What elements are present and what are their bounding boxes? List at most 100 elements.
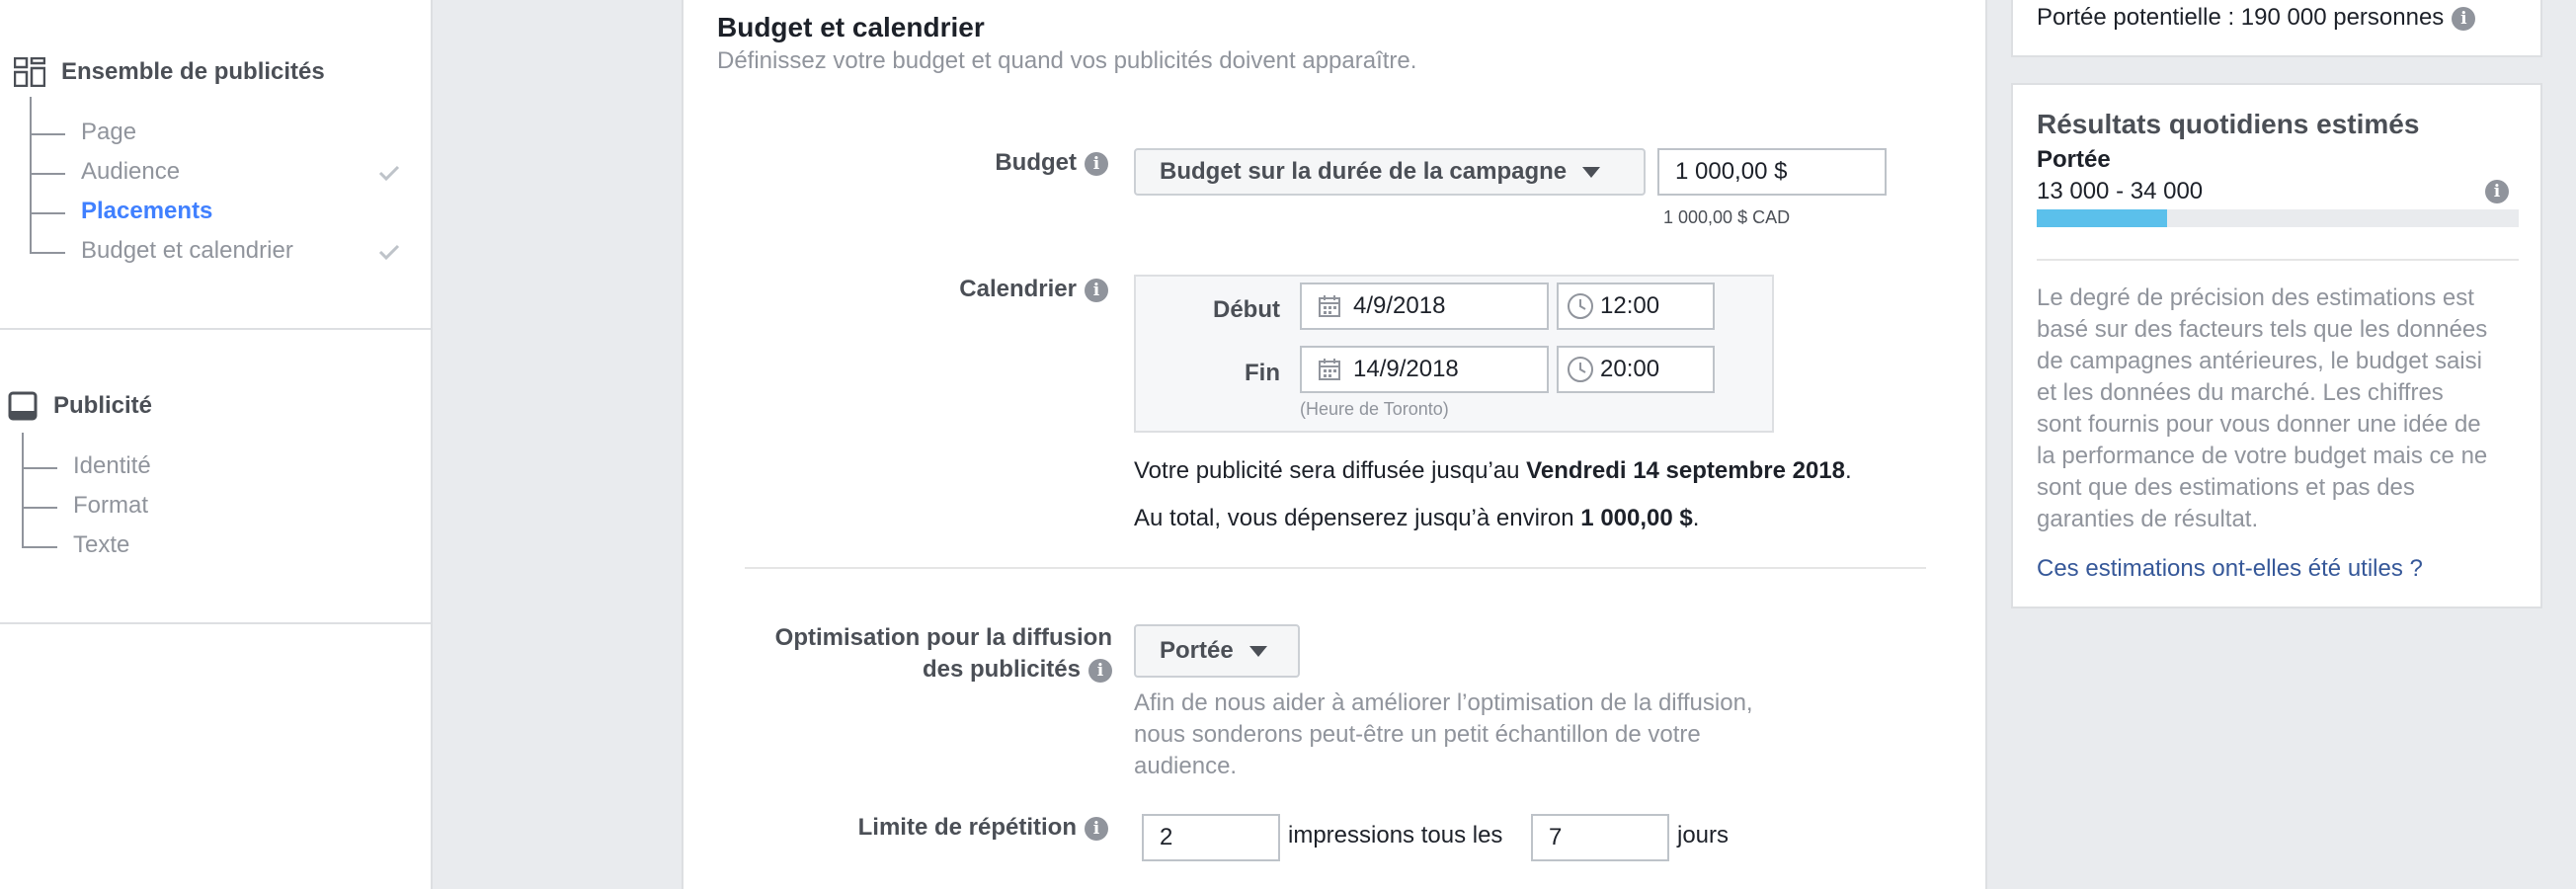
potential-reach-text: Portée potentielle : 190 000 personnes i: [2037, 4, 2476, 32]
reach-label: Portée: [2037, 146, 2111, 173]
info-icon[interactable]: i: [1085, 816, 1108, 841]
tree-line: [22, 507, 57, 509]
optimization-label-line2-wrap: des publicités i: [684, 654, 1112, 686]
end-time-input[interactable]: 20:00: [1557, 346, 1715, 393]
nav-section-adset-label: Ensemble de publicités: [61, 58, 325, 85]
sidebar-item-identity[interactable]: Identité: [73, 452, 151, 480]
budget-label-text: Budget: [995, 149, 1077, 176]
caret-down-icon: [1582, 166, 1601, 178]
check-icon: [378, 165, 400, 182]
budget-amount-input[interactable]: 1 000,00 $: [1657, 148, 1887, 196]
optimization-help-line3: audience.: [1134, 753, 1238, 779]
divider: [745, 567, 1926, 569]
estimates-feedback-link[interactable]: Ces estimations ont-elles été utiles ?: [2037, 555, 2423, 583]
optimization-label: Optimisation pour la diffusion des publi…: [684, 622, 1112, 686]
currency-note: 1 000,00 $ CAD: [1663, 207, 1791, 227]
start-date-value: 4/9/2018: [1353, 292, 1446, 319]
sidebar-item-text[interactable]: Texte: [73, 531, 129, 559]
sidebar-item-format[interactable]: Format: [73, 492, 148, 520]
optimization-dropdown[interactable]: Portée: [1134, 624, 1300, 678]
calendar-icon: [1318, 294, 1341, 318]
tree-line: [30, 252, 65, 254]
info-icon[interactable]: i: [1085, 151, 1108, 176]
sidebar: Ensemble de publicités Page Audience Pla…: [0, 0, 433, 889]
ad-preview-icon: [8, 391, 38, 421]
budget-schedule-panel: Budget et calendrier Définissez votre bu…: [682, 0, 1987, 889]
tree-line: [30, 97, 32, 253]
section-subtitle: Définissez votre budget et quand vos pub…: [717, 47, 1417, 74]
calendar-icon: [1318, 358, 1341, 381]
reach-bar-fill: [2037, 209, 2167, 227]
check-icon: [378, 244, 400, 261]
info-icon[interactable]: i: [1088, 658, 1112, 683]
clock-icon: [1567, 356, 1594, 383]
disclaimer-line: sont que des estimations et pas des: [2037, 474, 2415, 501]
tree-line: [22, 467, 57, 469]
nav-section-adset[interactable]: Ensemble de publicités: [14, 57, 325, 87]
optimization-help-line1: Afin de nous aider à améliorer l’optimis…: [1134, 689, 1753, 716]
delivery-summary-pre: Votre publicité sera diffusée jusqu’au: [1134, 457, 1527, 484]
schedule-label-text: Calendrier: [959, 276, 1077, 302]
budget-label: Budget i: [684, 147, 1108, 179]
optimization-help: Afin de nous aider à améliorer l’optimis…: [1134, 687, 1753, 782]
frequency-cap-label-text: Limite de répétition: [857, 814, 1077, 841]
start-date-input[interactable]: 4/9/2018: [1300, 283, 1549, 330]
schedule-box: Début 4/9/2018 12:00 Fin 14/9/2018 20:00: [1134, 275, 1774, 433]
daily-results-title: Résultats quotidiens estimés: [2037, 109, 2420, 139]
nav-section-ad[interactable]: Publicité: [8, 391, 152, 421]
budget-type-dropdown[interactable]: Budget sur la durée de la campagne: [1134, 148, 1646, 196]
sidebar-item-placements[interactable]: Placements: [81, 198, 212, 225]
delivery-summary: Votre publicité sera diffusée jusqu’au V…: [1134, 457, 1852, 485]
disclaimer-line: de campagnes antérieures, le budget sais…: [2037, 348, 2482, 374]
disclaimer-line: et les données du marché. Les chiffres: [2037, 379, 2444, 406]
timezone-note: (Heure de Toronto): [1300, 399, 1449, 419]
delivery-summary-post: .: [1845, 457, 1852, 484]
info-icon[interactable]: i: [1085, 278, 1108, 302]
tree-line: [30, 173, 65, 175]
sidebar-item-budget-schedule[interactable]: Budget et calendrier: [81, 237, 293, 265]
tree-line: [30, 212, 65, 214]
optimization-help-line2: nous sonderons peut-être un petit échant…: [1134, 721, 1701, 748]
disclaimer-line: garanties de résultat.: [2037, 506, 2259, 532]
optimization-value: Portée: [1160, 637, 1234, 664]
optimization-label-line2: des publicités: [922, 656, 1081, 683]
optimization-label-line1: Optimisation pour la diffusion: [774, 624, 1112, 651]
clock-icon: [1567, 292, 1594, 320]
divider: [0, 622, 433, 624]
schedule-label: Calendrier i: [684, 274, 1108, 305]
daily-results-card: Résultats quotidiens estimés Portée 13 0…: [2011, 83, 2542, 608]
delivery-end-date: Vendredi 14 septembre 2018: [1526, 457, 1845, 484]
end-date-input[interactable]: 14/9/2018: [1300, 346, 1549, 393]
start-time-value: 12:00: [1600, 292, 1660, 319]
frequency-impressions-input[interactable]: 2: [1142, 814, 1280, 861]
divider: [2037, 259, 2519, 261]
disclaimer-line: Le degré de précision des estimations es…: [2037, 284, 2474, 311]
sidebar-item-audience[interactable]: Audience: [81, 158, 180, 186]
spend-summary-post: .: [1692, 505, 1700, 531]
grid-icon: [14, 57, 45, 87]
tree-line: [30, 133, 65, 135]
start-label: Début: [1213, 296, 1280, 323]
tree-line: [22, 546, 57, 548]
info-icon[interactable]: i: [2452, 6, 2476, 31]
frequency-end-text: jours: [1677, 822, 1730, 849]
disclaimer-line: sont fournis pour vous donner une idée d…: [2037, 411, 2481, 438]
tree-line: [22, 433, 24, 547]
budget-type-label: Budget sur la durée de la campagne: [1160, 158, 1568, 185]
frequency-days-input[interactable]: 7: [1531, 814, 1669, 861]
disclaimer-line: la performance de votre budget mais ce n…: [2037, 443, 2488, 469]
section-title: Budget et calendrier: [717, 12, 985, 42]
end-label: Fin: [1245, 360, 1280, 386]
spend-total: 1 000,00 $: [1580, 505, 1693, 531]
reach-bar: [2037, 209, 2519, 227]
info-icon[interactable]: i: [2485, 180, 2509, 203]
sidebar-item-page[interactable]: Page: [81, 119, 136, 146]
estimate-disclaimer: Le degré de précision des estimations es…: [2037, 283, 2487, 535]
frequency-mid-text: impressions tous les: [1288, 822, 1503, 849]
spend-summary-pre: Au total, vous dépenserez jusqu’à enviro…: [1134, 505, 1581, 531]
potential-reach-value: Portée potentielle : 190 000 personnes: [2037, 4, 2445, 31]
nav-section-ad-label: Publicité: [53, 392, 153, 419]
disclaimer-line: basé sur des facteurs tels que les donné…: [2037, 316, 2488, 343]
start-time-input[interactable]: 12:00: [1557, 283, 1715, 330]
frequency-cap-label: Limite de répétition i: [684, 812, 1108, 844]
